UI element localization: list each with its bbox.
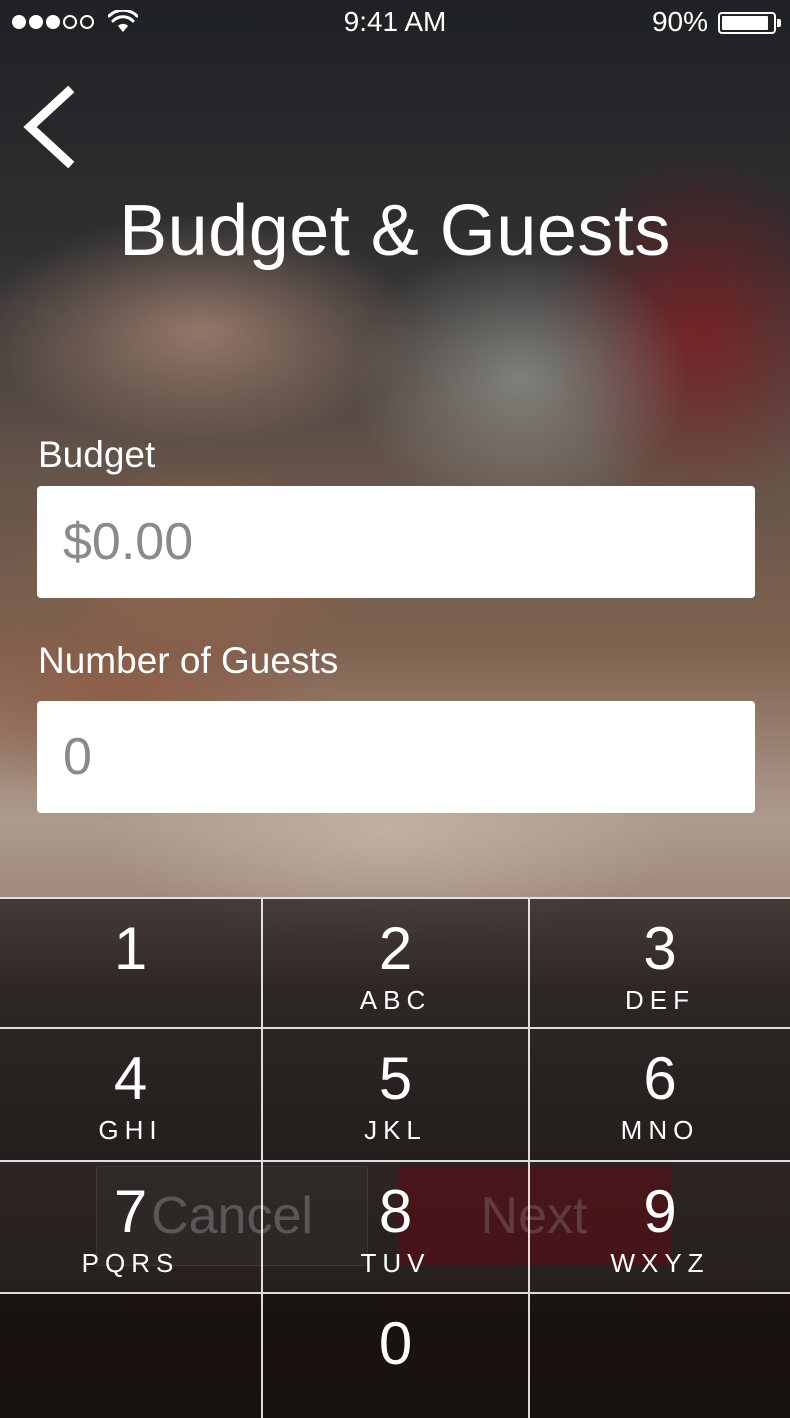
key-letters: DEF <box>625 985 695 1015</box>
key-7[interactable]: 7 PQRS <box>0 1160 263 1292</box>
key-letters: WXYZ <box>610 1248 710 1278</box>
battery-percent: 90% <box>651 6 708 37</box>
key-blank-right <box>530 1292 790 1418</box>
status-bar: 9:41 AM 90% <box>0 0 790 44</box>
key-number: 1 <box>113 915 148 982</box>
back-button[interactable] <box>20 86 76 168</box>
key-number: 0 <box>378 1310 413 1377</box>
key-letters: TUV <box>360 1248 431 1278</box>
page-title: Budget & Guests <box>119 191 671 271</box>
key-9[interactable]: 9 WXYZ <box>530 1160 790 1292</box>
key-5[interactable]: 5 JKL <box>263 1027 530 1160</box>
budget-input[interactable] <box>37 486 755 598</box>
key-0[interactable]: 0 <box>263 1292 530 1418</box>
key-3[interactable]: 3 DEF <box>530 897 790 1027</box>
chevron-left-icon <box>23 86 75 168</box>
battery-icon <box>718 12 781 34</box>
key-2[interactable]: 2 ABC <box>263 897 530 1027</box>
key-number: 9 <box>643 1178 677 1245</box>
key-letters: JKL <box>364 1115 427 1145</box>
key-letters: ABC <box>359 985 432 1015</box>
budget-label: Budget <box>38 434 156 475</box>
key-number: 3 <box>643 915 677 982</box>
guests-input[interactable] <box>37 701 755 813</box>
key-1[interactable]: 1 <box>0 897 263 1027</box>
key-number: 6 <box>643 1045 677 1112</box>
key-letters: GHI <box>98 1115 163 1145</box>
key-letters: PQRS <box>81 1248 180 1278</box>
key-6[interactable]: 6 MNO <box>530 1027 790 1160</box>
key-number: 5 <box>378 1045 413 1112</box>
key-number: 2 <box>378 915 413 982</box>
key-letters: MNO <box>620 1115 700 1145</box>
numeric-keypad: 1 2 ABC 3 DEF 4 GHI 5 JKL 6 MNO 7 PQRS 8… <box>0 897 790 1418</box>
key-4[interactable]: 4 GHI <box>0 1027 263 1160</box>
guests-label: Number of Guests <box>38 640 339 681</box>
key-blank-left <box>0 1292 263 1418</box>
key-number: 4 <box>113 1045 148 1112</box>
key-number: 8 <box>378 1178 413 1245</box>
key-8[interactable]: 8 TUV <box>263 1160 530 1292</box>
key-number: 7 <box>113 1178 148 1245</box>
